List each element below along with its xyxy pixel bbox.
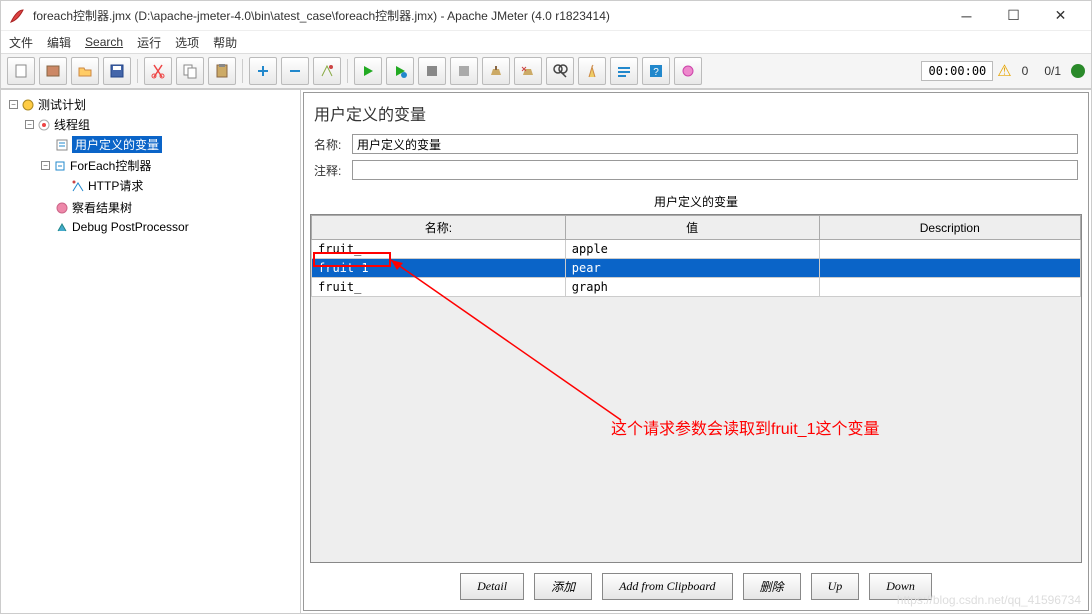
comment-label: 注释: xyxy=(314,162,346,179)
tree-results[interactable]: 察看结果树 xyxy=(72,199,132,216)
close-button[interactable]: ✕ xyxy=(1038,2,1083,30)
tree-testplan[interactable]: 测试计划 xyxy=(38,96,86,113)
detail-button[interactable]: Detail xyxy=(460,573,524,600)
collapse-button[interactable] xyxy=(281,57,309,85)
button-row: Detail 添加 Add from Clipboard 删除 Up Down xyxy=(304,565,1088,610)
add-button[interactable]: 添加 xyxy=(534,573,592,600)
expand-button[interactable] xyxy=(249,57,277,85)
config-icon xyxy=(55,138,69,152)
maximize-button[interactable]: ☐ xyxy=(991,2,1036,30)
tree-toggle[interactable]: − xyxy=(41,161,50,170)
warning-icon[interactable]: ⚠ xyxy=(997,61,1011,81)
menu-help[interactable]: 帮助 xyxy=(213,34,237,51)
menu-file[interactable]: 文件 xyxy=(9,34,33,51)
paste-button[interactable] xyxy=(208,57,236,85)
clear-all-button[interactable] xyxy=(514,57,542,85)
status-indicator-icon xyxy=(1071,64,1085,78)
start-no-timers-button[interactable] xyxy=(386,57,414,85)
listener-icon xyxy=(55,201,69,215)
panel-title: 用户定义的变量 xyxy=(304,93,1088,131)
name-input[interactable] xyxy=(352,134,1078,154)
up-button[interactable]: Up xyxy=(811,573,860,600)
table-row[interactable]: fruit_apple xyxy=(312,240,1081,259)
app-window: foreach控制器.jmx (D:\apache-jmeter-4.0\bin… xyxy=(0,0,1092,614)
clear-button[interactable] xyxy=(482,57,510,85)
save-button[interactable] xyxy=(103,57,131,85)
delete-button[interactable]: 删除 xyxy=(743,573,801,600)
tree-debug[interactable]: Debug PostProcessor xyxy=(72,220,189,234)
titlebar: foreach控制器.jmx (D:\apache-jmeter-4.0\bin… xyxy=(1,1,1091,31)
section-label: 用户定义的变量 xyxy=(304,189,1088,212)
menu-options[interactable]: 选项 xyxy=(175,34,199,51)
cut-button[interactable] xyxy=(144,57,172,85)
templates-button[interactable] xyxy=(39,57,67,85)
timer-display: 00:00:00 xyxy=(921,61,993,81)
tree-panel[interactable]: −测试计划 −线程组 用户定义的变量 −ForEach控制器 HTTP请求 xyxy=(1,90,301,613)
start-button[interactable] xyxy=(354,57,382,85)
app-icon xyxy=(9,8,25,24)
testplan-icon xyxy=(21,98,35,112)
annotation-text: 这个请求参数会读取到fruit_1这个变量 xyxy=(611,415,879,439)
toggle-button[interactable] xyxy=(313,57,341,85)
open-button[interactable] xyxy=(71,57,99,85)
down-button[interactable]: Down xyxy=(869,573,932,600)
thread-count: 0/1 xyxy=(1044,64,1061,78)
menu-run[interactable]: 运行 xyxy=(137,34,161,51)
tree-toggle[interactable]: − xyxy=(25,120,34,129)
error-count: 0 xyxy=(1022,64,1029,78)
window-title: foreach控制器.jmx (D:\apache-jmeter-4.0\bin… xyxy=(33,7,944,24)
help-button[interactable]: ? xyxy=(642,57,670,85)
menu-search[interactable]: Search xyxy=(85,35,123,49)
col-name[interactable]: 名称: xyxy=(312,216,566,240)
comment-input[interactable] xyxy=(352,160,1078,180)
col-value[interactable]: 值 xyxy=(565,216,819,240)
variables-grid[interactable]: 名称: 值 Description fruit_apple fruit 1pea… xyxy=(310,214,1082,563)
function-button[interactable] xyxy=(610,57,638,85)
menu-edit[interactable]: 编辑 xyxy=(47,34,71,51)
col-desc[interactable]: Description xyxy=(819,216,1080,240)
search-button[interactable] xyxy=(546,57,574,85)
tree-toggle[interactable]: − xyxy=(9,100,18,109)
copy-button[interactable] xyxy=(176,57,204,85)
reset-search-button[interactable] xyxy=(578,57,606,85)
svg-text:?: ? xyxy=(653,67,659,78)
content-area: −测试计划 −线程组 用户定义的变量 −ForEach控制器 HTTP请求 xyxy=(1,89,1091,613)
postprocessor-icon xyxy=(55,220,69,234)
new-button[interactable] xyxy=(7,57,35,85)
tree-threadgroup[interactable]: 线程组 xyxy=(54,116,90,133)
templates2-button[interactable] xyxy=(674,57,702,85)
toolbar: ? 00:00:00 ⚠ 0 0/1 xyxy=(1,53,1091,89)
threadgroup-icon xyxy=(37,118,51,132)
name-label: 名称: xyxy=(314,136,346,153)
add-clipboard-button[interactable]: Add from Clipboard xyxy=(602,573,732,600)
main-panel: 用户定义的变量 名称: 注释: 用户定义的变量 名称: 值 Descriptio… xyxy=(303,92,1089,611)
controller-icon xyxy=(53,159,67,173)
tree-http[interactable]: HTTP请求 xyxy=(88,177,143,194)
tree-uservars[interactable]: 用户定义的变量 xyxy=(72,136,162,153)
sampler-icon xyxy=(71,179,85,193)
stop-button[interactable] xyxy=(418,57,446,85)
annotation-arrow xyxy=(391,260,631,430)
menubar: 文件 编辑 Search 运行 选项 帮助 xyxy=(1,31,1091,53)
shutdown-button[interactable] xyxy=(450,57,478,85)
minimize-button[interactable]: ─ xyxy=(944,2,989,30)
tree-foreach[interactable]: ForEach控制器 xyxy=(70,157,151,174)
